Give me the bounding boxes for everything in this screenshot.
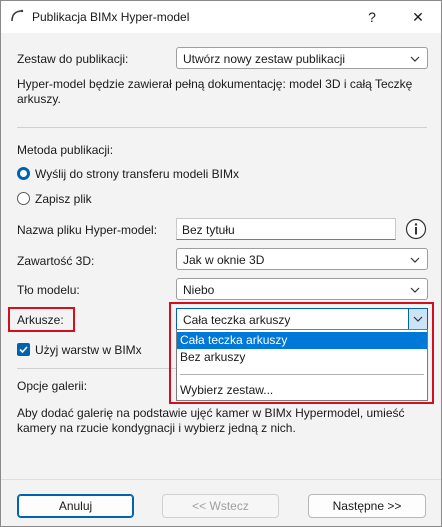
- background-label: Tło modelu:: [17, 283, 80, 297]
- radio-send-transfer[interactable]: [17, 167, 30, 180]
- file-name-value: Bez tytułu: [182, 223, 235, 237]
- radio-send-transfer-label[interactable]: Wyślij do strony transferu modeli BIMx: [35, 167, 239, 181]
- gallery-text: Aby dodać galerię na podstawie ujęć kame…: [17, 406, 405, 435]
- publish-dialog: Publikacja BIMx Hyper-model ? ✕ Zestaw d…: [0, 0, 442, 527]
- next-button[interactable]: Następne >>: [308, 494, 426, 518]
- info-icon[interactable]: [405, 218, 427, 240]
- help-button[interactable]: ?: [349, 1, 395, 33]
- title-bar: Publikacja BIMx Hyper-model ? ✕: [1, 1, 441, 33]
- close-button[interactable]: ✕: [395, 1, 441, 33]
- checkmark-icon: [19, 346, 28, 354]
- info-text: Hyper-model będzie zawierał pełną dokume…: [17, 77, 413, 106]
- file-name-input[interactable]: Bez tytułu: [176, 218, 396, 240]
- window-title: Publikacja BIMx Hyper-model: [32, 10, 190, 24]
- radio-save-file[interactable]: [17, 192, 30, 205]
- background-value: Niebo: [183, 283, 215, 297]
- cancel-button[interactable]: Anuluj: [17, 494, 134, 518]
- content3d-value: Jak w oknie 3D: [183, 253, 265, 267]
- publish-set-value: Utwórz nowy zestaw publikacji: [183, 52, 346, 66]
- sheets-dropdown-highlight: [169, 302, 434, 404]
- sheets-label: Arkusze:: [17, 313, 64, 327]
- separator: [17, 127, 427, 128]
- archicad-logo-icon: [11, 9, 24, 22]
- file-name-label: Nazwa pliku Hyper-model:: [17, 223, 158, 237]
- method-label: Metoda publikacji:: [17, 143, 114, 157]
- content3d-select[interactable]: Jak w oknie 3D: [176, 248, 428, 270]
- chevron-down-icon: [410, 287, 420, 293]
- chevron-down-icon: [410, 56, 420, 62]
- radio-save-file-label[interactable]: Zapisz plik: [35, 192, 92, 206]
- content3d-label: Zawartość 3D:: [17, 254, 95, 268]
- chevron-down-icon: [410, 257, 420, 263]
- use-layers-checkbox[interactable]: [17, 343, 30, 356]
- publish-set-select[interactable]: Utwórz nowy zestaw publikacji: [176, 47, 428, 69]
- use-layers-label[interactable]: Użyj warstw w BIMx: [35, 343, 142, 357]
- back-button[interactable]: << Wstecz: [162, 494, 279, 518]
- footer-separator: [1, 479, 441, 480]
- background-select[interactable]: Niebo: [176, 278, 428, 300]
- publish-set-label: Zestaw do publikacji:: [17, 52, 129, 66]
- gallery-label: Opcje galerii:: [17, 379, 88, 393]
